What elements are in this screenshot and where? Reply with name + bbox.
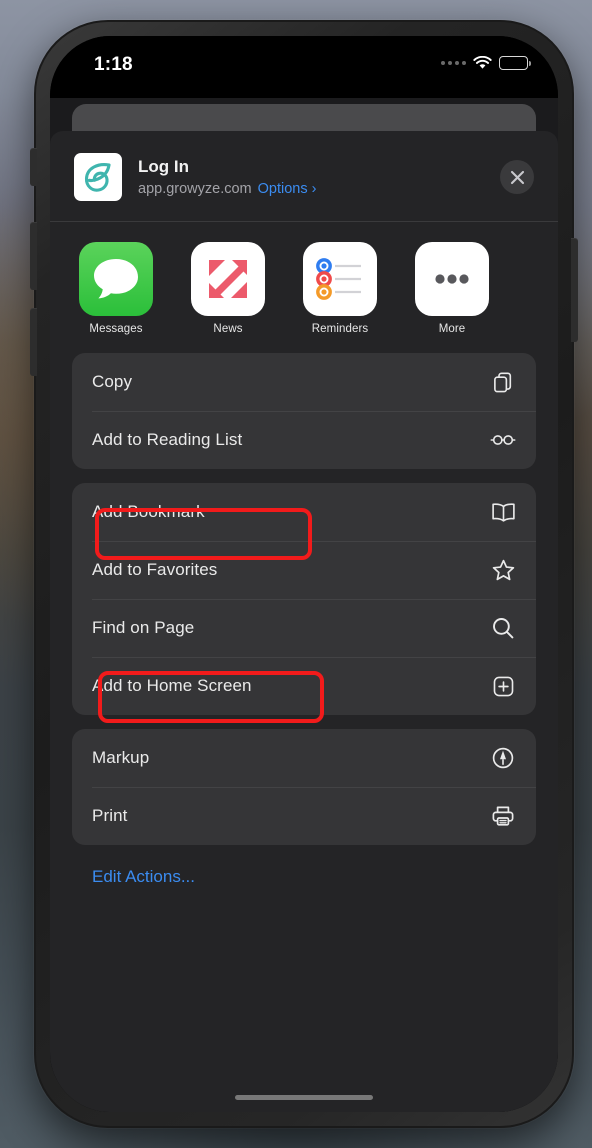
home-indicator[interactable]	[235, 1095, 373, 1100]
action-label: Add Bookmark	[92, 502, 205, 521]
more-ellipsis-icon	[415, 242, 489, 316]
share-target-label: More	[438, 323, 466, 335]
action-group-3: Markup Print	[72, 729, 536, 845]
action-label: Print	[92, 806, 128, 825]
display-notch	[207, 36, 401, 68]
reminders-icon	[303, 242, 377, 316]
phone-screen: 1:18 Log In app.growyze.com Options › Me…	[50, 36, 558, 1112]
share-target-label: Reminders	[311, 323, 369, 335]
share-target-messages[interactable]: Messages	[74, 242, 158, 335]
news-icon	[191, 242, 265, 316]
action-label: Add to Home Screen	[92, 676, 252, 695]
share-sheet-header: Log In app.growyze.com Options ›	[50, 131, 558, 222]
share-target-news[interactable]: News	[186, 242, 270, 335]
action-copy[interactable]: Copy	[72, 353, 536, 411]
action-label: Copy	[92, 372, 133, 391]
action-label: Find on Page	[92, 618, 195, 637]
book-icon	[490, 499, 516, 525]
edit-actions-button[interactable]: Edit Actions...	[92, 867, 195, 887]
share-target-more[interactable]: More	[410, 242, 494, 335]
share-sheet-header-text: Log In app.growyze.com Options ›	[138, 156, 500, 198]
power-button[interactable]	[571, 238, 578, 342]
action-markup[interactable]: Markup	[72, 729, 536, 787]
messages-icon	[79, 242, 153, 316]
cellular-signal-dots-icon	[441, 61, 466, 65]
phone-device-frame: 1:18 Log In app.growyze.com Options › Me…	[30, 20, 578, 1128]
action-add-bookmark[interactable]: Add Bookmark	[72, 483, 536, 541]
close-icon	[510, 170, 524, 184]
search-icon	[490, 615, 516, 641]
star-icon	[490, 557, 516, 583]
edit-actions-row: Edit Actions...	[50, 859, 558, 887]
action-find-on-page[interactable]: Find on Page	[72, 599, 536, 657]
volume-up-button[interactable]	[30, 222, 37, 290]
silent-switch-button[interactable]	[30, 148, 37, 186]
options-link[interactable]: Options ›	[258, 181, 317, 197]
action-label: Markup	[92, 748, 150, 767]
printer-icon	[490, 803, 516, 829]
action-group-2: Add Bookmark Add to Favorites Find on Pa…	[72, 483, 536, 715]
share-target-reminders[interactable]: Reminders	[298, 242, 382, 335]
status-bar-clock: 1:18	[94, 54, 133, 75]
plus-square-icon	[490, 673, 516, 699]
growyze-logo-icon	[74, 153, 122, 201]
action-add-to-home-screen[interactable]: Add to Home Screen	[72, 657, 536, 715]
battery-full-icon	[499, 56, 532, 70]
share-sheet: Log In app.growyze.com Options › Message…	[50, 131, 558, 1112]
share-target-label: Messages	[89, 323, 143, 335]
volume-down-button[interactable]	[30, 308, 37, 376]
copy-icon	[490, 369, 516, 395]
action-add-to-reading-list[interactable]: Add to Reading List	[72, 411, 536, 469]
page-title: Log In	[138, 156, 189, 176]
share-target-app-row: Messages News Reminders More	[50, 222, 558, 339]
action-print[interactable]: Print	[72, 787, 536, 845]
action-add-to-favorites[interactable]: Add to Favorites	[72, 541, 536, 599]
wifi-icon	[473, 56, 492, 70]
page-domain-row: app.growyze.com Options ›	[138, 180, 500, 198]
share-target-label: News	[213, 323, 243, 335]
close-button[interactable]	[500, 160, 534, 194]
glasses-icon	[490, 427, 516, 453]
status-bar-indicators	[441, 56, 532, 70]
action-label: Add to Reading List	[92, 430, 243, 449]
status-bar: 1:18	[50, 36, 558, 98]
action-label: Add to Favorites	[92, 560, 218, 579]
action-group-1: Copy Add to Reading List	[72, 353, 536, 469]
page-domain: app.growyze.com	[138, 181, 252, 198]
markup-pen-icon	[490, 745, 516, 771]
share-action-groups: Copy Add to Reading List Add Bookmark Ad…	[50, 339, 558, 845]
